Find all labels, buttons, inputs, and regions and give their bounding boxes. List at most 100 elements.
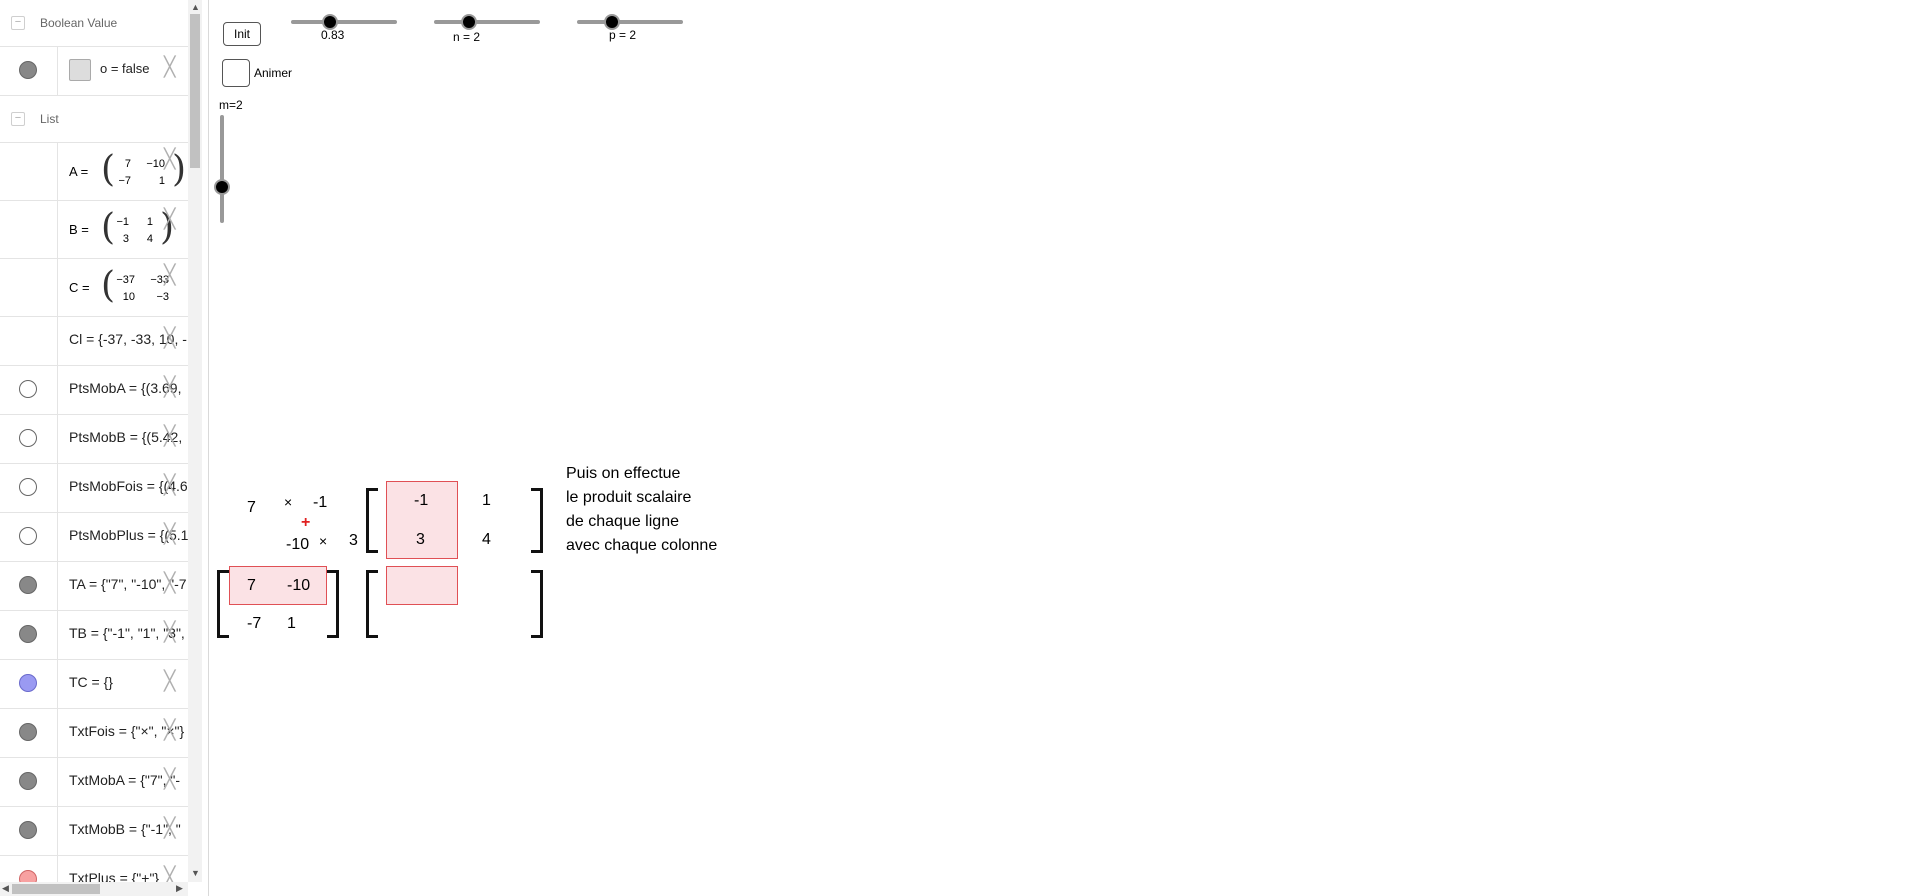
visibility-dot-icon[interactable] <box>19 380 37 398</box>
visibility-toggle[interactable] <box>0 660 58 708</box>
visibility-toggle[interactable] <box>0 562 58 610</box>
list-item-cl[interactable]: Cl = {-37, -33, 10, - ╳ <box>0 317 188 366</box>
visibility-toggle[interactable] <box>0 758 58 806</box>
delete-icon[interactable]: ╳ <box>164 476 175 495</box>
list-item-txtfois[interactable]: TxtFois = {"×", "×"} ╳ <box>0 709 188 758</box>
slider-knob-n[interactable] <box>460 14 477 30</box>
horizontal-scrollbar[interactable]: ◀ ▶ <box>0 882 188 896</box>
visibility-dot-icon[interactable] <box>19 527 37 545</box>
animate-checkbox[interactable] <box>222 59 250 87</box>
visibility-dot-icon[interactable] <box>19 576 37 594</box>
visibility-toggle[interactable] <box>0 415 58 463</box>
delete-icon[interactable]: ╳ <box>164 378 175 397</box>
list-item-tb[interactable]: TB = {"-1", "1", "3", ╳ <box>0 611 188 660</box>
delete-icon[interactable]: ╳ <box>164 574 175 593</box>
boolean-item-text[interactable]: o = false <box>100 61 150 76</box>
visibility-toggle[interactable] <box>0 611 58 659</box>
scroll-up-arrow-icon[interactable]: ▲ <box>191 2 200 12</box>
list-item-ptsmobb[interactable]: PtsMobB = {(5.42, ╳ <box>0 415 188 464</box>
visibility-dot-icon[interactable] <box>19 870 37 882</box>
scroll-right-arrow-icon[interactable]: ▶ <box>176 883 183 894</box>
visibility-dot-icon[interactable] <box>19 625 37 643</box>
scroll-down-arrow-icon[interactable]: ▼ <box>191 868 200 878</box>
slider-track-n[interactable] <box>434 20 540 24</box>
scroll-left-arrow-icon[interactable]: ◀ <box>2 883 9 894</box>
slider-knob-m[interactable] <box>214 179 230 196</box>
slider-track-1[interactable] <box>291 20 397 24</box>
visibility-toggle[interactable] <box>0 464 58 512</box>
list-item-ta[interactable]: TA = {"7", "-10", "-7 ╳ <box>0 562 188 611</box>
matrix-row-c[interactable]: C = ( −37 −33 10 −3 ╳ <box>0 259 188 317</box>
list-item-txtmobb[interactable]: TxtMobB = {"-1", " ╳ <box>0 807 188 856</box>
delete-icon[interactable]: ╳ <box>164 329 175 348</box>
scrollbar-thumb[interactable] <box>12 884 100 894</box>
visibility-toggle[interactable] <box>0 201 58 258</box>
matrix-cell: 1 <box>146 216 153 228</box>
list-item-ptsmoba[interactable]: PtsMobA = {(3.69, ╳ <box>0 366 188 415</box>
matrix-cell: 10 <box>122 291 135 303</box>
visibility-toggle[interactable] <box>0 143 58 200</box>
visibility-dot-icon[interactable] <box>19 429 37 447</box>
list-item-text[interactable]: TxtPlus = {"+"} <box>69 870 159 882</box>
matrix-row-b[interactable]: B = ( −1 1 3 4 ) ╳ <box>0 201 188 259</box>
slider-label-m: m=2 <box>219 98 243 112</box>
boolean-checkbox[interactable] <box>69 59 91 81</box>
boolean-value-header[interactable]: − Boolean Value <box>0 0 188 47</box>
visibility-dot-icon[interactable] <box>19 61 37 79</box>
list-item-txtplus[interactable]: TxtPlus = {"+"} ╳ <box>0 856 188 882</box>
matrix-a-cell: -10 <box>287 577 311 594</box>
delete-icon[interactable]: ╳ <box>164 525 175 544</box>
visibility-dot-icon[interactable] <box>19 821 37 839</box>
list-item-ptsmobplus[interactable]: PtsMobPlus = {(5.1 ╳ <box>0 513 188 562</box>
delete-icon[interactable]: ╳ <box>164 427 175 446</box>
matrix-cell: 3 <box>122 233 129 245</box>
visibility-toggle[interactable] <box>0 709 58 757</box>
visibility-toggle[interactable] <box>0 366 58 414</box>
init-button[interactable]: Init <box>223 22 261 46</box>
delete-icon[interactable]: ╳ <box>164 721 175 740</box>
boolean-row-o[interactable]: o = false ╳ <box>0 47 188 96</box>
visibility-toggle[interactable] <box>0 513 58 561</box>
delete-icon[interactable]: ╳ <box>164 58 175 77</box>
delete-icon[interactable]: ╳ <box>164 868 175 882</box>
explanation-line: le produit scalaire <box>566 489 692 506</box>
delete-icon[interactable]: ╳ <box>164 819 175 838</box>
matrix-name: C = <box>69 280 90 295</box>
visibility-dot-icon[interactable] <box>19 478 37 496</box>
delete-icon[interactable]: ╳ <box>164 266 175 285</box>
visibility-dot-icon[interactable] <box>19 674 37 692</box>
algebra-list: − Boolean Value o = false ╳ − List A = (… <box>0 0 188 882</box>
matrix-cell: −10 <box>146 158 165 170</box>
left-paren: ( <box>101 265 116 306</box>
matrix-a-cell: -7 <box>247 615 262 632</box>
scrollbar-thumb[interactable] <box>190 14 200 168</box>
graphics-view[interactable]: Init 0.83 n = 2 p = 2 Animer m=2 7 × -1 … <box>209 0 1906 896</box>
delete-icon[interactable]: ╳ <box>164 672 175 691</box>
visibility-toggle[interactable] <box>0 317 58 365</box>
delete-icon[interactable]: ╳ <box>164 770 175 789</box>
list-item-txtmoba[interactable]: TxtMobA = {"7", "- ╳ <box>0 758 188 807</box>
delete-icon[interactable]: ╳ <box>164 210 175 229</box>
collapse-icon[interactable]: − <box>11 16 25 30</box>
slider-track-p[interactable] <box>577 20 683 24</box>
visibility-toggle[interactable] <box>0 807 58 855</box>
delete-icon[interactable]: ╳ <box>164 150 175 169</box>
matrix-cell: 7 <box>124 158 131 170</box>
list-header[interactable]: − List <box>0 96 188 143</box>
delete-icon[interactable]: ╳ <box>164 623 175 642</box>
matrix-row-a[interactable]: A = ( 7 −10 −7 1 ) ╳ <box>0 143 188 201</box>
plus-sign: + <box>301 514 311 531</box>
visibility-dot-icon[interactable] <box>19 772 37 790</box>
collapse-icon[interactable]: − <box>11 112 25 126</box>
visibility-toggle[interactable] <box>0 47 58 95</box>
visibility-dot-icon[interactable] <box>19 723 37 741</box>
slider-track-m[interactable] <box>220 115 224 223</box>
list-item-ptsmobfois[interactable]: PtsMobFois = {(4.6 ╳ <box>0 464 188 513</box>
moving-b11: -1 <box>313 494 328 511</box>
vertical-scrollbar[interactable]: ▲ ▼ <box>188 0 202 882</box>
visibility-toggle[interactable] <box>0 856 58 882</box>
list-item-tc[interactable]: TC = {} ╳ <box>0 660 188 709</box>
matrix-cell: −7 <box>118 175 131 187</box>
visibility-toggle[interactable] <box>0 259 58 316</box>
list-item-text[interactable]: TC = {} <box>69 674 113 690</box>
